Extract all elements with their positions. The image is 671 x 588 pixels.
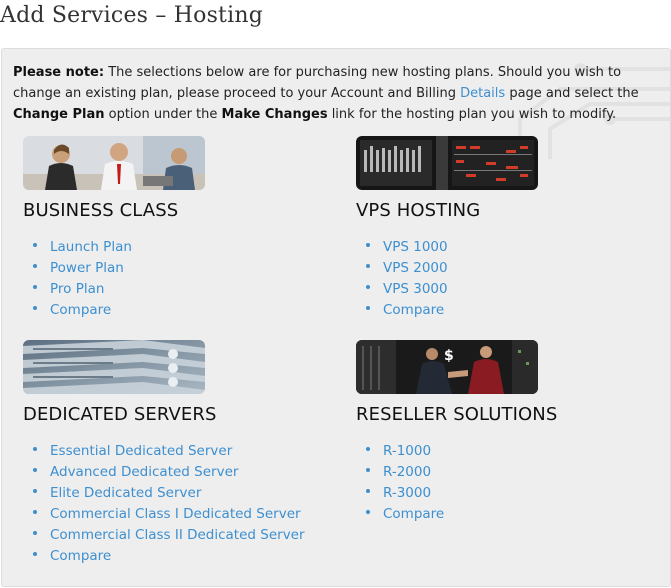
bullet-icon: [33, 447, 37, 451]
bullet-icon: [366, 243, 370, 247]
bullet-icon: [366, 489, 370, 493]
bullet-icon: [33, 306, 37, 310]
commercial-class-i-link[interactable]: Commercial Class I Dedicated Server: [50, 506, 301, 522]
list-item: R-1000: [366, 441, 444, 462]
business-people-photo: [23, 136, 205, 190]
r-2000-link[interactable]: R-2000: [383, 464, 431, 480]
bullet-icon: [33, 285, 37, 289]
dedicated-servers-links: Essential Dedicated Server Advanced Dedi…: [33, 441, 305, 567]
compare-link[interactable]: Compare: [50, 548, 111, 564]
list-item: Commercial Class I Dedicated Server: [33, 504, 305, 525]
section-title: BUSINESS CLASS: [23, 200, 179, 221]
section-title: RESELLER SOLUTIONS: [356, 404, 558, 425]
section-title: VPS HOSTING: [356, 200, 481, 221]
advanced-dedicated-server-link[interactable]: Advanced Dedicated Server: [50, 464, 238, 480]
server-stack-photo: [23, 340, 205, 394]
bullet-icon: [366, 510, 370, 514]
list-item: Compare: [33, 300, 132, 321]
list-item: Essential Dedicated Server: [33, 441, 305, 462]
business-class-links: Launch Plan Power Plan Pro Plan Compare: [33, 237, 132, 321]
compare-link[interactable]: Compare: [383, 302, 444, 318]
bullet-icon: [366, 285, 370, 289]
details-link[interactable]: Details: [460, 86, 505, 101]
section-vps-hosting: VPS HOSTING VPS 1000 VPS 2000 VPS 3000 C…: [356, 136, 656, 318]
vps-hosting-links: VPS 1000 VPS 2000 VPS 3000 Compare: [366, 237, 448, 321]
page-title: Add Services – Hosting: [0, 3, 263, 28]
bullet-icon: [33, 468, 37, 472]
section-title: DEDICATED SERVERS: [23, 404, 217, 425]
vps-1000-link[interactable]: VPS 1000: [383, 239, 448, 255]
list-item: R-2000: [366, 462, 444, 483]
commercial-class-ii-link[interactable]: Commercial Class II Dedicated Server: [50, 527, 305, 543]
list-item: Compare: [366, 504, 444, 525]
bullet-icon: [33, 552, 37, 556]
bullet-icon: [366, 306, 370, 310]
list-item: VPS 3000: [366, 279, 448, 300]
list-item: Power Plan: [33, 258, 132, 279]
section-dedicated-servers: DEDICATED SERVERS Essential Dedicated Se…: [23, 340, 323, 564]
note-text-3: option under the: [104, 107, 222, 122]
change-plan-text: Change Plan: [13, 107, 105, 122]
please-note: Please note: The selections below are fo…: [13, 62, 663, 125]
vps-2000-link[interactable]: VPS 2000: [383, 260, 448, 276]
reseller-solutions-links: R-1000 R-2000 R-3000 Compare: [366, 441, 444, 525]
vps-3000-link[interactable]: VPS 3000: [383, 281, 448, 297]
note-text-4: link for the hosting plan you wish to mo…: [327, 107, 617, 122]
elite-dedicated-server-link[interactable]: Elite Dedicated Server: [50, 485, 201, 501]
essential-dedicated-server-link[interactable]: Essential Dedicated Server: [50, 443, 232, 459]
bullet-icon: [366, 447, 370, 451]
svg-text:$: $: [444, 348, 454, 364]
make-changes-text: Make Changes: [221, 107, 328, 122]
r-3000-link[interactable]: R-3000: [383, 485, 431, 501]
pro-plan-link[interactable]: Pro Plan: [50, 281, 104, 297]
list-item: Commercial Class II Dedicated Server: [33, 525, 305, 546]
hosting-panel: Please note: The selections below are fo…: [1, 48, 671, 587]
handshake-photo: $: [356, 340, 538, 394]
bullet-icon: [33, 510, 37, 514]
compare-link[interactable]: Compare: [383, 506, 444, 522]
bullet-icon: [33, 264, 37, 268]
list-item: Elite Dedicated Server: [33, 483, 305, 504]
list-item: Compare: [33, 546, 305, 567]
note-text-2: page and select the: [505, 86, 639, 101]
section-business-class: BUSINESS CLASS Launch Plan Power Plan Pr…: [23, 136, 323, 318]
list-item: Advanced Dedicated Server: [33, 462, 305, 483]
list-item: VPS 1000: [366, 237, 448, 258]
power-plan-link[interactable]: Power Plan: [50, 260, 124, 276]
list-item: VPS 2000: [366, 258, 448, 279]
list-item: Launch Plan: [33, 237, 132, 258]
note-label: Please note:: [13, 65, 105, 80]
list-item: R-3000: [366, 483, 444, 504]
launch-plan-link[interactable]: Launch Plan: [50, 239, 132, 255]
list-item: Pro Plan: [33, 279, 132, 300]
bullet-icon: [366, 468, 370, 472]
list-item: Compare: [366, 300, 448, 321]
compare-link[interactable]: Compare: [50, 302, 111, 318]
server-rack-photo: [356, 136, 538, 190]
bullet-icon: [33, 243, 37, 247]
bullet-icon: [33, 489, 37, 493]
bullet-icon: [366, 264, 370, 268]
bullet-icon: [33, 531, 37, 535]
section-reseller-solutions: $ RESELLER SOLUTIONS R-1000 R-2000 R-300…: [356, 340, 656, 522]
r-1000-link[interactable]: R-1000: [383, 443, 431, 459]
